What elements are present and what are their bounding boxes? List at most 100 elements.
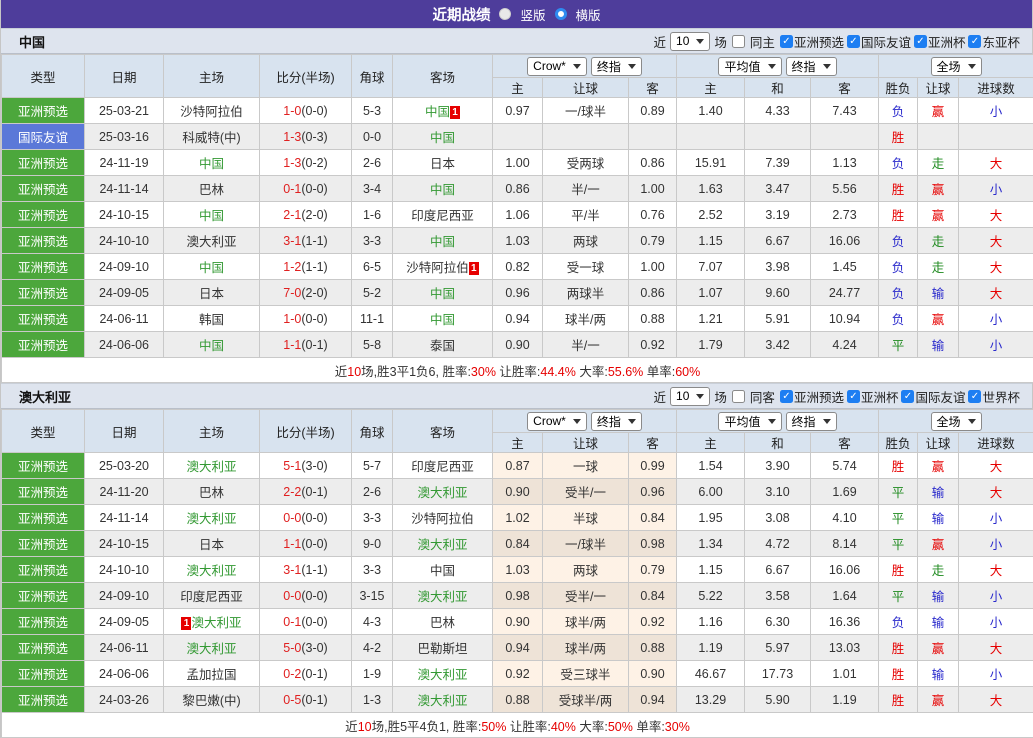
home-team: 中国 (199, 157, 224, 171)
fulltime-score: 0-0 (283, 511, 301, 525)
summary-row-australia: 近10场,胜5平4负1, 胜率:50% 让胜率:40% 大率:50% 单率:30… (2, 713, 1033, 738)
average-select[interactable]: 平均值 (718, 412, 781, 431)
home-team-cell: 印度尼西亚 (164, 583, 260, 609)
home-team: 澳大利亚 (191, 616, 241, 630)
league-checkbox[interactable]: ✓ (780, 35, 793, 48)
halftime-score: (3-0) (301, 641, 327, 655)
away-team: 沙特阿拉伯 (411, 512, 474, 526)
final-odds-select[interactable]: 终指 (591, 412, 642, 431)
league-checkbox[interactable]: ✓ (914, 35, 927, 48)
fulltime-select[interactable]: 全场 (931, 57, 982, 76)
handicap-home-odds: 0.90 (493, 332, 543, 358)
match-type: 亚洲预选 (2, 306, 85, 332)
bookmaker-select[interactable]: Crow* (527, 57, 587, 76)
score-cell: 0-0(0-0) (260, 505, 352, 531)
fulltime-score: 1-2 (283, 260, 301, 274)
avg-draw-odds: 9.60 (745, 280, 811, 306)
final-odds-select-2[interactable]: 终指 (786, 412, 837, 431)
avg-home-odds (677, 124, 745, 150)
col-date: 日期 (85, 410, 164, 453)
halftime-score: (0-0) (301, 182, 327, 196)
halftime-score: (0-0) (301, 511, 327, 525)
col-handicap-line: 让球 (543, 433, 629, 453)
avg-draw-odds (745, 124, 811, 150)
chevron-down-icon (628, 419, 636, 424)
avg-away-odds: 5.74 (811, 453, 879, 479)
handicap-away-odds: 0.96 (629, 479, 677, 505)
summary-segment: 单率: (643, 365, 675, 379)
team-name-china: 中国 (19, 32, 45, 51)
corners: 2-6 (352, 479, 393, 505)
fulltime-score: 0-0 (283, 589, 301, 603)
summary-segment: 大率: (576, 365, 608, 379)
avg-home-odds: 7.07 (677, 254, 745, 280)
score-cell: 0-2(0-1) (260, 661, 352, 687)
handicap-away-odds (629, 124, 677, 150)
recent-count-select[interactable]: 10 (670, 387, 710, 406)
handicap-line: 一/球半 (543, 98, 629, 124)
final-odds-select-2[interactable]: 终指 (786, 57, 837, 76)
result-goals (959, 124, 1033, 150)
home-team-cell: 澳大利亚 (164, 557, 260, 583)
corners: 3-3 (352, 557, 393, 583)
avg-away-odds: 16.36 (811, 609, 879, 635)
handicap-home-odds: 0.94 (493, 635, 543, 661)
horizontal-layout-radio[interactable] (555, 8, 567, 20)
match-date: 24-11-14 (85, 176, 164, 202)
recent-count-select[interactable]: 10 (670, 32, 710, 51)
fulltime-select[interactable]: 全场 (931, 412, 982, 431)
avg-draw-odds: 4.72 (745, 531, 811, 557)
halftime-score: (0-1) (301, 338, 327, 352)
avg-home-odds: 1.79 (677, 332, 745, 358)
filter-controls-china: 近 10 场 同主 ✓亚洲预选✓国际友谊✓亚洲杯✓东亚杯 (654, 32, 1022, 51)
handicap-away-odds: 0.88 (629, 635, 677, 661)
horizontal-layout-label[interactable]: 横版 (576, 5, 601, 24)
result-goals: 大 (959, 557, 1033, 583)
col-handicap-away: 客 (629, 78, 677, 98)
match-row: 亚洲预选24-06-11澳大利亚5-0(3-0)4-2巴勒斯坦0.94球半/两0… (2, 635, 1033, 661)
match-row: 亚洲预选24-06-06孟加拉国0-2(0-1)1-9澳大利亚0.92受三球半0… (2, 661, 1033, 687)
final-odds-select[interactable]: 终指 (591, 57, 642, 76)
summary-segment: 场,胜5平4负1, 胜率: (372, 720, 482, 734)
average-select-cell: 平均值 终指 (677, 55, 879, 78)
match-date: 24-10-10 (85, 228, 164, 254)
league-checkbox[interactable]: ✓ (847, 35, 860, 48)
match-date: 24-10-15 (85, 202, 164, 228)
league-label: 国际友谊 (915, 387, 965, 406)
match-type: 亚洲预选 (2, 228, 85, 254)
league-checkbox[interactable]: ✓ (968, 390, 981, 403)
score-cell: 0-0(0-0) (260, 583, 352, 609)
result-goals: 大 (959, 635, 1033, 661)
result-handicap (918, 124, 959, 150)
fulltime-score: 0-1 (283, 182, 301, 196)
match-row: 亚洲预选24-06-06中国1-1(0-1)5-8泰国0.90半/一0.921.… (2, 332, 1033, 358)
col-type: 类型 (2, 410, 85, 453)
match-date: 24-09-10 (85, 254, 164, 280)
league-checkbox[interactable]: ✓ (847, 390, 860, 403)
fulltime-score: 0-5 (283, 693, 301, 707)
handicap-away-odds: 1.00 (629, 254, 677, 280)
vertical-layout-radio[interactable] (499, 8, 511, 20)
vertical-layout-label[interactable]: 竖版 (520, 5, 545, 24)
fulltime-score: 0-2 (283, 667, 301, 681)
summary-segment: 近 (335, 365, 348, 379)
average-select[interactable]: 平均值 (718, 57, 781, 76)
same-away-checkbox[interactable] (732, 390, 745, 403)
fulltime-score: 3-1 (283, 563, 301, 577)
avg-away-odds: 2.73 (811, 202, 879, 228)
handicap-away-odds: 0.86 (629, 150, 677, 176)
halftime-score: (1-1) (301, 563, 327, 577)
same-home-checkbox[interactable] (732, 35, 745, 48)
league-checkbox[interactable]: ✓ (901, 390, 914, 403)
summary-segment: 44.4% (540, 365, 575, 379)
league-checkbox[interactable]: ✓ (968, 35, 981, 48)
handicap-line: 受球半/两 (543, 687, 629, 713)
fulltime-score: 1-3 (283, 130, 301, 144)
match-type: 国际友谊 (2, 124, 85, 150)
league-checkbox[interactable]: ✓ (780, 390, 793, 403)
away-team: 中国 (430, 235, 455, 249)
handicap-home-odds: 0.82 (493, 254, 543, 280)
result-handicap: 赢 (918, 531, 959, 557)
away-team-cell: 澳大利亚 (393, 479, 493, 505)
bookmaker-select[interactable]: Crow* (527, 412, 587, 431)
